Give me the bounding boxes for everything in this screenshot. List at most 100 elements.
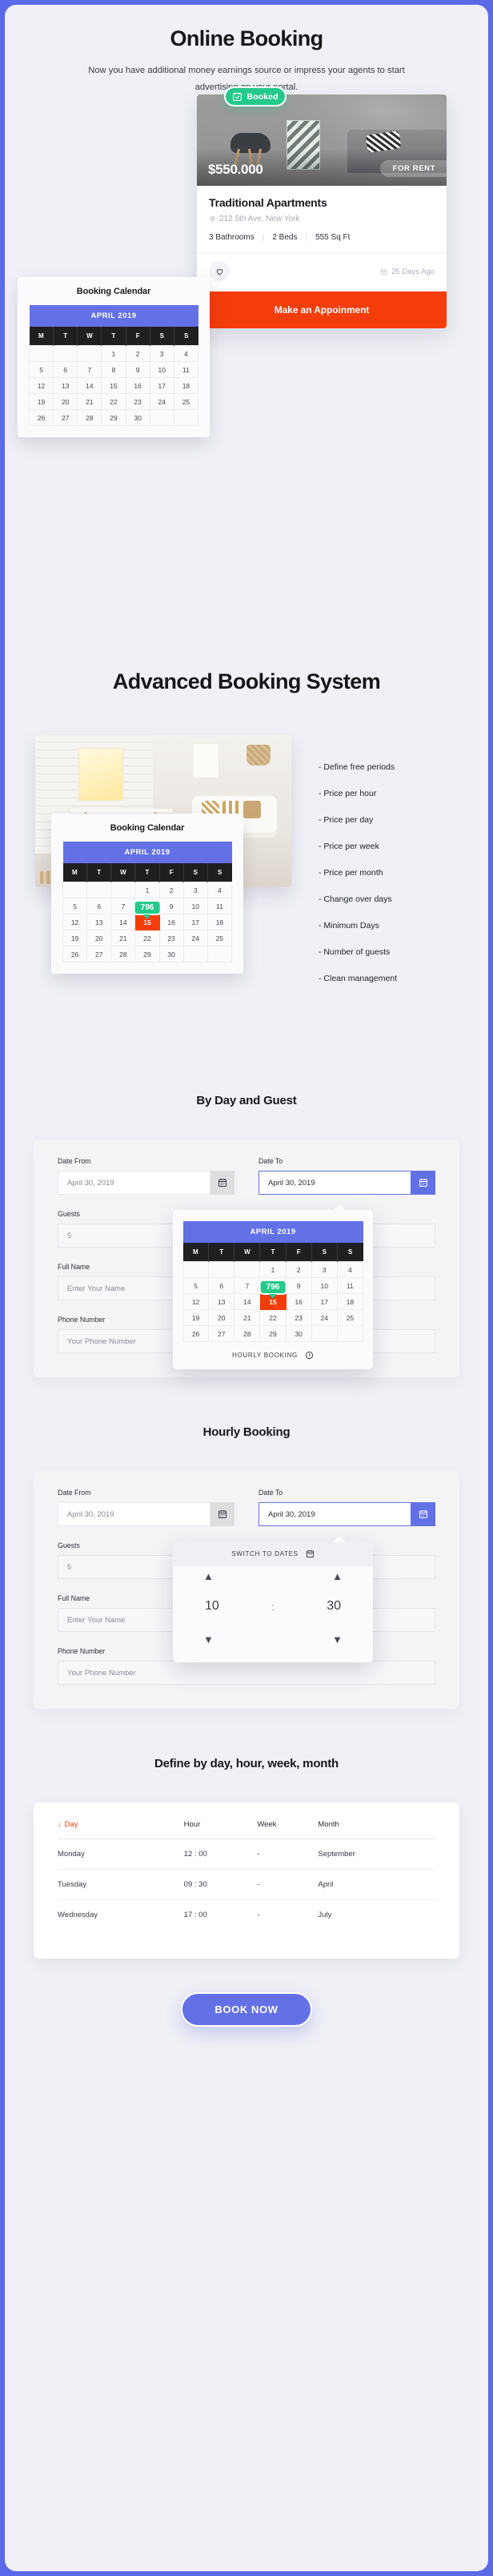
calendar-day-cell[interactable]: 13 bbox=[53, 377, 78, 394]
calendar-day-cell[interactable]: 29 bbox=[134, 946, 160, 962]
calendar-day-cell[interactable]: 11 bbox=[173, 361, 199, 378]
calendar-day-cell[interactable]: 25 bbox=[206, 930, 233, 946]
calendar-day-cell[interactable]: 19 bbox=[62, 930, 88, 946]
phone-input[interactable]: Your Phone Number bbox=[58, 1661, 435, 1685]
calendar-day-cell[interactable]: 2 bbox=[158, 882, 184, 898]
calendar-day-cell[interactable]: 12 bbox=[28, 377, 54, 394]
calendar-day-cell[interactable]: 18 bbox=[336, 1293, 364, 1310]
calendar-day-cell[interactable]: 7 bbox=[234, 1277, 261, 1294]
calendar-day-cell[interactable]: 28 bbox=[77, 409, 102, 426]
calendar-day-cell[interactable]: 4 bbox=[206, 882, 233, 898]
date-to-calendar-button[interactable] bbox=[411, 1502, 435, 1526]
calendar-day-cell[interactable]: 6 bbox=[86, 898, 112, 914]
calendar-day-cell[interactable]: 16 bbox=[285, 1293, 312, 1310]
calendar-day-cell[interactable]: 19 bbox=[28, 393, 54, 410]
calendar-day-cell[interactable]: 22 bbox=[134, 930, 160, 946]
minute-up-icon[interactable]: ▲ bbox=[332, 1571, 343, 1581]
calendar-day-cell[interactable]: 20 bbox=[86, 930, 112, 946]
minute-down-icon[interactable]: ▼ bbox=[332, 1634, 343, 1645]
calendar-day-cell[interactable]: 18 bbox=[173, 377, 199, 394]
calendar-day-cell[interactable]: 3 bbox=[149, 345, 174, 362]
calendar-day-cell[interactable]: 17 bbox=[182, 914, 208, 930]
date-to-input[interactable]: April 30, 2019 bbox=[259, 1502, 411, 1526]
calendar-grid[interactable]: APRIL 2019 M T W T F S S 123456789101112… bbox=[62, 842, 233, 962]
calendar-day-cell[interactable]: 10 bbox=[182, 898, 208, 914]
calendar-day-cell[interactable]: 14 bbox=[77, 377, 102, 394]
calendar-day-cell[interactable]: 29 bbox=[101, 409, 126, 426]
calendar-grid[interactable]: APRIL 2019 M T W T F S S 123456789101112… bbox=[28, 305, 199, 426]
date-to-calendar-button[interactable] bbox=[411, 1171, 435, 1195]
date-from-input[interactable]: April 30, 2019 bbox=[58, 1171, 210, 1195]
calendar-day-cell[interactable]: 23 bbox=[285, 1309, 312, 1326]
date-picker-popover[interactable]: APRIL 2019 M T W T F S S 123456789101112… bbox=[173, 1204, 373, 1369]
calendar-day-cell[interactable]: 3 bbox=[182, 882, 208, 898]
calendar-day-cell[interactable]: 27 bbox=[86, 946, 112, 962]
calendar-day-cell[interactable]: 5 bbox=[182, 1277, 210, 1294]
column-header-week[interactable]: Week bbox=[257, 1820, 319, 1839]
calendar-day-cell[interactable]: 29 bbox=[259, 1325, 287, 1342]
calendar-day-cell[interactable]: 25 bbox=[173, 393, 199, 410]
calendar-day-cell[interactable]: 11 bbox=[206, 898, 233, 914]
calendar-day-cell[interactable]: 17 bbox=[149, 377, 174, 394]
calendar-day-cell[interactable]: 1 bbox=[259, 1261, 287, 1278]
calendar-day-cell[interactable]: 26 bbox=[182, 1325, 210, 1342]
calendar-day-cell[interactable]: 14 bbox=[110, 914, 136, 930]
booking-calendar-advanced[interactable]: Booking Calendar APRIL 2019 M T W T F S … bbox=[51, 814, 243, 974]
column-header-day[interactable]: ↓ Day bbox=[58, 1820, 184, 1839]
calendar-day-cell[interactable]: 12 bbox=[182, 1293, 210, 1310]
switch-to-dates-button[interactable]: SWITCH TO DATES bbox=[173, 1541, 373, 1566]
calendar-day-cell[interactable]: 1 bbox=[134, 882, 160, 898]
calendar-day-cell[interactable]: 3 bbox=[311, 1261, 338, 1278]
time-picker[interactable]: ▲ ▲ 10 : 30 ▼ ▼ bbox=[173, 1566, 373, 1662]
calendar-day-cell[interactable]: 7 bbox=[110, 898, 136, 914]
date-from-calendar-button[interactable] bbox=[210, 1502, 234, 1526]
calendar-day-cell[interactable]: 13 bbox=[208, 1293, 235, 1310]
calendar-day-cell[interactable]: 20 bbox=[208, 1309, 235, 1326]
minute-value[interactable]: 30 bbox=[327, 1599, 341, 1614]
calendar-day-cell[interactable]: 5 bbox=[28, 361, 54, 378]
calendar-grid[interactable]: APRIL 2019 M T W T F S S 123456789101112… bbox=[182, 1221, 364, 1342]
date-to-input[interactable]: April 30, 2019 bbox=[259, 1171, 411, 1195]
column-header-month[interactable]: Month bbox=[318, 1820, 435, 1839]
calendar-day-cell[interactable]: 19 bbox=[182, 1309, 210, 1326]
calendar-day-cell[interactable]: 27 bbox=[53, 409, 78, 426]
calendar-day-cell[interactable]: 24 bbox=[311, 1309, 338, 1326]
calendar-day-cell[interactable]: 18 bbox=[206, 914, 233, 930]
column-header-hour[interactable]: Hour bbox=[183, 1820, 258, 1839]
calendar-day-cell[interactable]: 16 bbox=[125, 377, 150, 394]
calendar-day-cell[interactable]: 6 bbox=[53, 361, 78, 378]
calendar-day-cell[interactable]: 30 bbox=[158, 946, 184, 962]
hour-down-icon[interactable]: ▼ bbox=[203, 1634, 214, 1645]
calendar-day-cell[interactable]: 27 bbox=[208, 1325, 235, 1342]
hour-value[interactable]: 10 bbox=[205, 1599, 219, 1614]
calendar-day-cell[interactable]: 24 bbox=[149, 393, 174, 410]
book-now-button[interactable]: BOOK NOW bbox=[181, 1992, 312, 2027]
hour-up-icon[interactable]: ▲ bbox=[203, 1571, 214, 1581]
time-picker-popover[interactable]: SWITCH TO DATES ▲ ▲ 10 : 30 ▼ ▼ bbox=[173, 1536, 373, 1662]
calendar-day-cell[interactable]: 8 bbox=[101, 361, 126, 378]
calendar-day-cell[interactable]: 22 bbox=[259, 1309, 287, 1326]
table-row[interactable]: Monday 12 : 00- September bbox=[58, 1839, 435, 1870]
calendar-day-cell[interactable]: 4 bbox=[173, 345, 199, 362]
calendar-day-cell[interactable]: 15 796 bbox=[259, 1280, 287, 1310]
calendar-day-cell[interactable]: 23 bbox=[158, 930, 184, 946]
calendar-day-cell[interactable]: 2 bbox=[125, 345, 150, 362]
make-appointment-button[interactable]: Make an Appoinment bbox=[197, 291, 447, 328]
calendar-day-cell[interactable]: 21 bbox=[234, 1309, 261, 1326]
calendar-day-cell[interactable]: 2 bbox=[285, 1261, 312, 1278]
calendar-day-cell[interactable]: 15 796 bbox=[133, 900, 162, 930]
calendar-day-cell[interactable]: 9 bbox=[125, 361, 150, 378]
calendar-day-cell[interactable]: 20 bbox=[53, 393, 78, 410]
calendar-day-cell[interactable]: 25 bbox=[336, 1309, 364, 1326]
calendar-day-cell[interactable]: 21 bbox=[110, 930, 136, 946]
calendar-day-cell[interactable]: 30 bbox=[125, 409, 150, 426]
calendar-day-cell[interactable]: 16 bbox=[158, 914, 184, 930]
table-row[interactable]: Wednesday 17 : 00 - July bbox=[58, 1900, 435, 1931]
calendar-day-cell[interactable]: 10 bbox=[149, 361, 174, 378]
date-from-input[interactable]: April 30, 2019 bbox=[58, 1502, 210, 1526]
calendar-day-cell[interactable]: 1 bbox=[101, 345, 126, 362]
date-from-calendar-button[interactable] bbox=[210, 1171, 234, 1195]
calendar-day-cell[interactable]: 30 bbox=[285, 1325, 312, 1342]
calendar-day-cell[interactable]: 21 bbox=[77, 393, 102, 410]
calendar-day-cell[interactable]: 15 bbox=[101, 377, 126, 394]
